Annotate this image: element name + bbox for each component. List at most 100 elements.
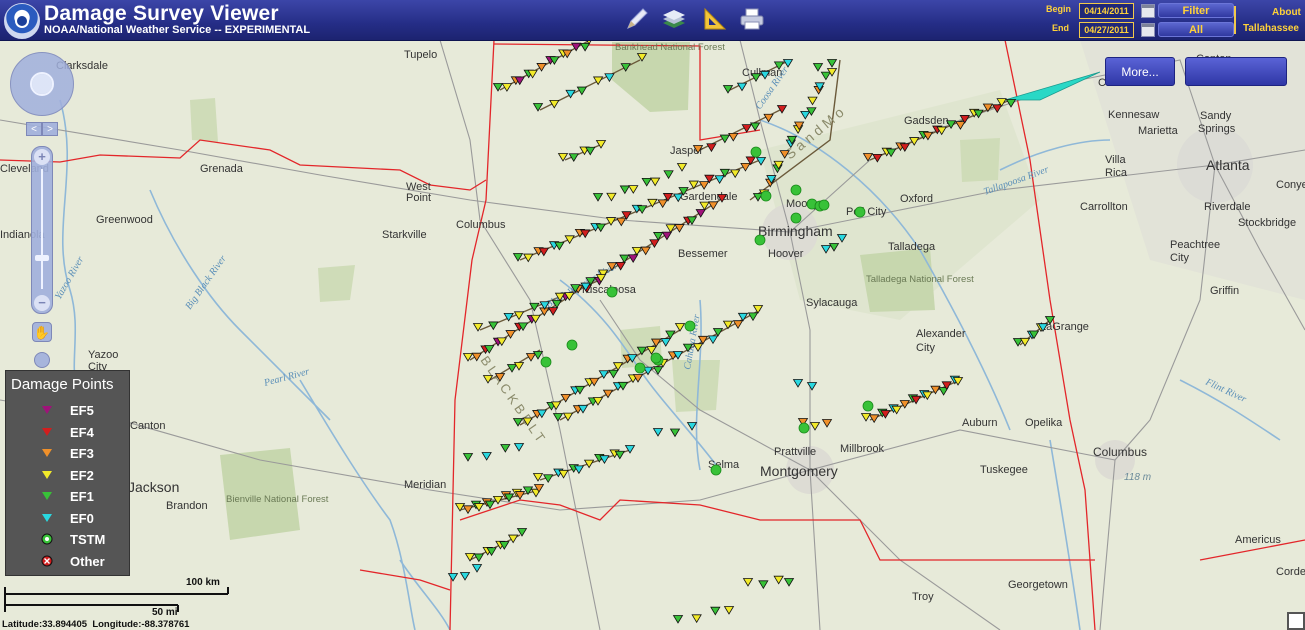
forest-area: [190, 98, 218, 142]
triangle-icon: [42, 513, 52, 522]
city-label: Montgomery: [760, 463, 838, 479]
damage-point-tstm[interactable]: [760, 190, 772, 202]
hand-icon[interactable]: ✋: [32, 322, 52, 342]
begin-calendar-icon[interactable]: [1141, 4, 1155, 18]
city-label: Meridian: [404, 479, 446, 491]
zoom-out-icon[interactable]: −: [34, 295, 50, 311]
triangle-icon: [42, 449, 52, 457]
city-label: Stockbridge: [1238, 217, 1296, 229]
basemap: Clarksdale Tupelo Cullman Cleveland Gren…: [0, 0, 1305, 630]
city-label: Rica: [1105, 167, 1128, 179]
damage-point-tstm[interactable]: [710, 464, 722, 476]
damage-point-tstm[interactable]: [798, 422, 810, 434]
pan-control[interactable]: [10, 52, 74, 116]
damage-point-tstm[interactable]: [606, 286, 618, 298]
map-canvas[interactable]: Clarksdale Tupelo Cullman Cleveland Gren…: [0, 0, 1305, 630]
city-label: Peachtree: [1170, 239, 1220, 251]
pan-center[interactable]: [30, 72, 54, 96]
zoom-thumb[interactable]: [35, 255, 49, 261]
zoom-in-icon[interactable]: +: [34, 149, 50, 165]
office-link[interactable]: Tallahassee: [1243, 23, 1299, 34]
city-label: Columbus: [456, 219, 506, 231]
printer-icon[interactable]: [738, 6, 766, 32]
damage-point-tstm[interactable]: [750, 146, 762, 158]
begin-date-input[interactable]: 04/14/2011: [1079, 3, 1134, 19]
end-label: End: [1052, 23, 1069, 33]
longitude-value: -88.378761: [141, 619, 190, 630]
about-link[interactable]: About: [1272, 7, 1301, 18]
city-label: Cordele: [1276, 566, 1305, 578]
city-label: Yazoo: [88, 349, 118, 361]
triangle-icon: [42, 470, 52, 479]
damage-point-tstm[interactable]: [540, 356, 552, 368]
damage-point-tstm[interactable]: [566, 339, 578, 351]
city-label: Alexander: [916, 328, 966, 340]
legend-item-other: Other: [6, 552, 131, 572]
area-label: Bienville National Forest: [226, 494, 329, 505]
legend-label: EF1: [70, 489, 94, 504]
latitude-value: 33.894405: [42, 619, 88, 630]
layers-icon[interactable]: [660, 6, 688, 32]
damage-point-tstm[interactable]: [650, 352, 662, 364]
blank-button[interactable]: [1185, 57, 1287, 86]
city-label: Pell City: [846, 206, 887, 218]
legend-title: Damage Points: [11, 376, 114, 393]
longitude-label: Longitude:: [92, 619, 142, 630]
city-label: Griffin: [1210, 285, 1239, 297]
forest-area: [318, 265, 355, 302]
damage-point-tstm[interactable]: [854, 206, 866, 218]
area-label: Bankhead National Forest: [615, 42, 725, 53]
city-label: Marietta: [1138, 125, 1179, 137]
elevation-label: 118 m: [1124, 472, 1151, 483]
legend-item-ef0: EF0: [6, 509, 131, 529]
legend-item-ef1: EF1: [6, 487, 131, 507]
city-label: LaGrange: [1040, 321, 1089, 333]
legend-item-ef3: EF3: [6, 444, 131, 464]
zoom-track[interactable]: [41, 169, 43, 289]
area-label: Talladega National Forest: [866, 274, 974, 285]
city-label: Gardendale: [680, 191, 738, 203]
noaa-logo: [4, 3, 40, 39]
city-label: City: [1170, 252, 1189, 264]
rotate-right-icon[interactable]: >: [42, 122, 58, 136]
legend-label: EF3: [70, 446, 94, 461]
end-calendar-icon[interactable]: [1141, 23, 1155, 37]
rotate-left-icon[interactable]: <: [26, 122, 42, 136]
city-label: Columbus: [1093, 445, 1147, 459]
damage-point-tstm[interactable]: [818, 199, 830, 211]
zoom-slider[interactable]: + −: [31, 146, 53, 314]
city-label: City: [916, 342, 935, 354]
city-label: Oxford: [900, 193, 933, 205]
scale-mi-label: 50 mi: [152, 607, 178, 618]
city-label: Georgetown: [1008, 579, 1068, 591]
more-button[interactable]: More...: [1105, 57, 1175, 86]
triangle-icon: [42, 406, 52, 414]
end-date-input[interactable]: 04/27/2011: [1079, 22, 1134, 38]
city-label: Kennesaw: [1108, 109, 1159, 121]
app-header: Damage Survey Viewer NOAA/National Weath…: [0, 0, 1305, 41]
pencil-icon[interactable]: [622, 6, 650, 32]
damage-point-tstm[interactable]: [634, 362, 646, 374]
all-button[interactable]: All: [1158, 22, 1234, 37]
city-label: Atlanta: [1206, 157, 1250, 173]
pin-icon[interactable]: [34, 352, 50, 368]
filter-button[interactable]: Filter: [1158, 3, 1234, 18]
damage-point-tstm[interactable]: [862, 400, 874, 412]
city-label: Troy: [912, 591, 934, 603]
damage-point-tstm[interactable]: [684, 320, 696, 332]
legend-label: EF0: [70, 510, 94, 526]
legend-label: EF4: [70, 424, 94, 440]
damage-point-tstm[interactable]: [754, 234, 766, 246]
damage-point-tstm[interactable]: [790, 212, 802, 224]
legend-item-ef4: EF4: [6, 423, 131, 443]
expand-icon[interactable]: [1287, 612, 1305, 630]
city-label: Villa: [1105, 154, 1126, 166]
app-title: Damage Survey Viewer: [44, 2, 279, 25]
city-label: Americus: [1235, 534, 1281, 546]
triangle-ruler-icon[interactable]: [700, 6, 728, 32]
legend-item-ef5: EF5: [6, 401, 131, 421]
header-divider: [1234, 6, 1236, 34]
damage-point-tstm[interactable]: [790, 184, 802, 196]
city-label: Carrollton: [1080, 201, 1128, 213]
coordinate-readout: Latitude:33.894405 Longitude:-88.378761: [2, 619, 189, 630]
